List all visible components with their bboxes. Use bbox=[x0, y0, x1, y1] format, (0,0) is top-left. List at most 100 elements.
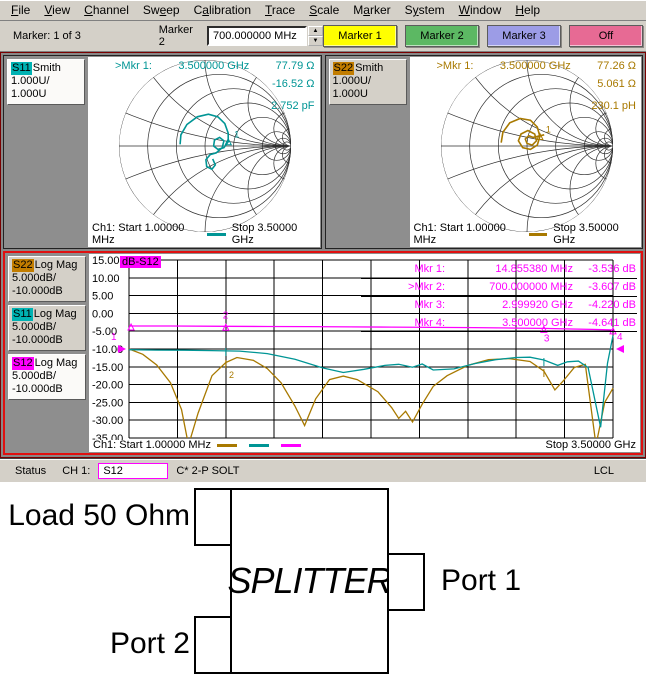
svg-text:2: 2 bbox=[229, 370, 234, 380]
s22-axis-start: Ch1: Start 1.00000 MHz bbox=[414, 222, 523, 246]
trace-chip-s22[interactable]: S22Log Mag5.000dB/-10.000dB bbox=[8, 256, 86, 302]
trace-chip-s22[interactable]: S22Smith1.000U/1.000U bbox=[329, 59, 407, 105]
trace-list-s22: S22Smith1.000U/1.000U bbox=[327, 57, 409, 247]
s22-trace-legend-dash bbox=[529, 233, 548, 236]
active-measurement-box: S12 bbox=[98, 463, 168, 479]
svg-text:4: 4 bbox=[617, 332, 623, 343]
svg-text:5.00: 5.00 bbox=[92, 291, 113, 303]
marker-toolbar: Marker: 1 of 3 Marker 2 ▲ ▼ Marker 1Mark… bbox=[0, 21, 646, 52]
marker-cell: -4.641 dB bbox=[573, 317, 637, 329]
panel-s11-smith: S11Smith1.000U/1.000U >Mkr 1: 3.500000 G… bbox=[3, 55, 322, 249]
button-marker-3[interactable]: Marker 3 bbox=[487, 25, 561, 47]
svg-text:10.00: 10.00 bbox=[92, 273, 120, 285]
marker-cell: 2.999920 GHz bbox=[445, 299, 573, 311]
marker-row: Mkr 3:2.999920 GHz-4.220 dB bbox=[361, 297, 637, 315]
trace-chip-s11[interactable]: S11Smith1.000U/1.000U bbox=[7, 59, 85, 105]
menu-file[interactable]: File bbox=[4, 1, 37, 19]
s22-axis-stop: Stop 3.50000 GHz bbox=[553, 222, 637, 246]
s22-smith-chart[interactable]: >Mkr 1: 3.500000 GHz 77.26 Ω 5.061 Ω 230… bbox=[410, 57, 642, 247]
splitter-label: SPLITTER bbox=[227, 560, 391, 602]
svg-text:1: 1 bbox=[234, 130, 239, 140]
menu-system[interactable]: System bbox=[398, 1, 452, 19]
s11-marker-r: 77.79 Ω bbox=[276, 60, 315, 72]
vna-application-window: FileViewChannelSweepCalibrationTraceScal… bbox=[0, 0, 646, 482]
load-connector-box bbox=[194, 488, 232, 546]
logmag-plot[interactable]: 15.0010.005.000.00-5.00-10.00-15.00-20.0… bbox=[89, 254, 640, 452]
svg-text:15.00: 15.00 bbox=[92, 255, 120, 267]
svg-text:1: 1 bbox=[111, 332, 117, 343]
svg-text:1: 1 bbox=[545, 125, 550, 135]
frequency-spinner: ▲ ▼ bbox=[308, 26, 323, 46]
trace-list-logmag: S22Log Mag5.000dB/-10.000dBS11Log Mag5.0… bbox=[6, 254, 88, 452]
trace-tag-s11: S11 bbox=[12, 308, 33, 321]
active-trace-label: dB-S12 bbox=[120, 256, 161, 268]
s11-smith-chart[interactable]: >Mkr 1: 3.500000 GHz 77.79 Ω -16.52 Ω 2.… bbox=[88, 57, 320, 247]
s22-marker-r: 77.26 Ω bbox=[597, 60, 636, 72]
svg-text:2: 2 bbox=[223, 310, 229, 321]
marker-status-text: Marker: 1 of 3 bbox=[13, 30, 131, 42]
trace-tag-s22: S22 bbox=[333, 62, 355, 75]
menu-sweep[interactable]: Sweep bbox=[136, 1, 187, 19]
svg-text:-20.00: -20.00 bbox=[92, 380, 123, 392]
menu-help[interactable]: Help bbox=[508, 1, 547, 19]
marker-buttons: Marker 1 Marker 2 Marker 3 Off bbox=[323, 25, 643, 47]
s11-axis-stop: Stop 3.50000 GHz bbox=[232, 222, 316, 246]
port1-connector-box bbox=[387, 553, 425, 611]
marker-frequency-input[interactable] bbox=[207, 26, 307, 46]
port2-connector-box bbox=[194, 616, 232, 674]
channel-label: CH 1: bbox=[62, 465, 90, 477]
splitter-diagram: SPLITTER Load 50 Ohm Port 2 Port 1 bbox=[0, 482, 646, 687]
marker-field-label: Marker 2 bbox=[159, 24, 202, 48]
trace-format: Log Mag bbox=[35, 259, 78, 271]
marker-row: Mkr 1:14.855380 MHz-3.536 dB bbox=[361, 261, 637, 279]
marker-row: >Mkr 2:700.000000 MHz-3.607 dB bbox=[361, 279, 637, 297]
status-bar: Status CH 1: S12 C* 2-P SOLT LCL bbox=[0, 458, 646, 482]
panel-logmag: S22Log Mag5.000dB/-10.000dBS11Log Mag5.0… bbox=[3, 251, 643, 455]
marker-cell: >Mkr 2: bbox=[361, 281, 445, 293]
trace-format: Smith bbox=[355, 62, 383, 74]
menu-calibration[interactable]: Calibration bbox=[187, 1, 258, 19]
s22-marker-l: 230.1 pH bbox=[591, 100, 636, 112]
menu-scale[interactable]: Scale bbox=[302, 1, 346, 19]
marker-cell: 3.500000 GHz bbox=[445, 317, 573, 329]
trace-chip-s11[interactable]: S11Log Mag5.000dB/-10.000dB bbox=[8, 305, 86, 351]
menu-marker[interactable]: Marker bbox=[346, 1, 397, 19]
button-off[interactable]: Off bbox=[569, 25, 643, 47]
port2-label: Port 2 bbox=[0, 627, 190, 661]
chart-region: S11Smith1.000U/1.000U >Mkr 1: 3.500000 G… bbox=[0, 52, 646, 458]
menu-channel[interactable]: Channel bbox=[77, 1, 136, 19]
menu-trace[interactable]: Trace bbox=[258, 1, 302, 19]
s22-marker-freq: 3.500000 GHz bbox=[500, 60, 571, 72]
s11-trace-legend-dash bbox=[207, 233, 226, 236]
button-marker-1[interactable]: Marker 1 bbox=[323, 25, 397, 47]
s22-marker-x: 5.061 Ω bbox=[597, 78, 636, 90]
spinner-down-icon[interactable]: ▼ bbox=[308, 36, 323, 46]
s11-axis-start: Ch1: Start 1.00000 MHz bbox=[92, 222, 201, 246]
marker-cell: 14.855380 MHz bbox=[445, 263, 573, 275]
logmag-axis-stop: Stop 3.50000 GHz bbox=[545, 439, 636, 451]
marker-cell: -3.607 dB bbox=[573, 281, 637, 293]
trace-format: Smith bbox=[33, 62, 61, 74]
splitter-box: SPLITTER bbox=[230, 488, 389, 674]
trace-chip-s12[interactable]: S12Log Mag5.000dB/-10.000dB bbox=[8, 354, 86, 400]
menu-window[interactable]: Window bbox=[452, 1, 509, 19]
s11-marker-c: 2.752 pF bbox=[271, 100, 314, 112]
trace-tag-s22: S22 bbox=[12, 259, 34, 272]
port1-label: Port 1 bbox=[441, 564, 521, 598]
marker-row: Mkr 4:3.500000 GHz-4.641 dB bbox=[361, 314, 637, 332]
marker-cell: Mkr 3: bbox=[361, 299, 445, 311]
trace-tag-s12: S12 bbox=[12, 357, 34, 370]
marker-cell: -3.536 dB bbox=[573, 263, 637, 275]
svg-text:-30.00: -30.00 bbox=[92, 415, 123, 427]
button-marker-2[interactable]: Marker 2 bbox=[405, 25, 479, 47]
s11-legend-dash bbox=[249, 444, 269, 447]
calibration-status: C* 2-P SOLT bbox=[176, 465, 239, 477]
s11-marker-x: -16.52 Ω bbox=[272, 78, 314, 90]
marker-cell: Mkr 4: bbox=[361, 317, 445, 329]
trace-tag-s11: S11 bbox=[11, 62, 32, 75]
trace-format: Log Mag bbox=[34, 308, 77, 320]
menu-view[interactable]: View bbox=[37, 1, 77, 19]
s11-marker-freq: 3.500000 GHz bbox=[178, 60, 249, 72]
spinner-up-icon[interactable]: ▲ bbox=[308, 26, 323, 36]
load-label: Load 50 Ohm bbox=[0, 499, 190, 533]
